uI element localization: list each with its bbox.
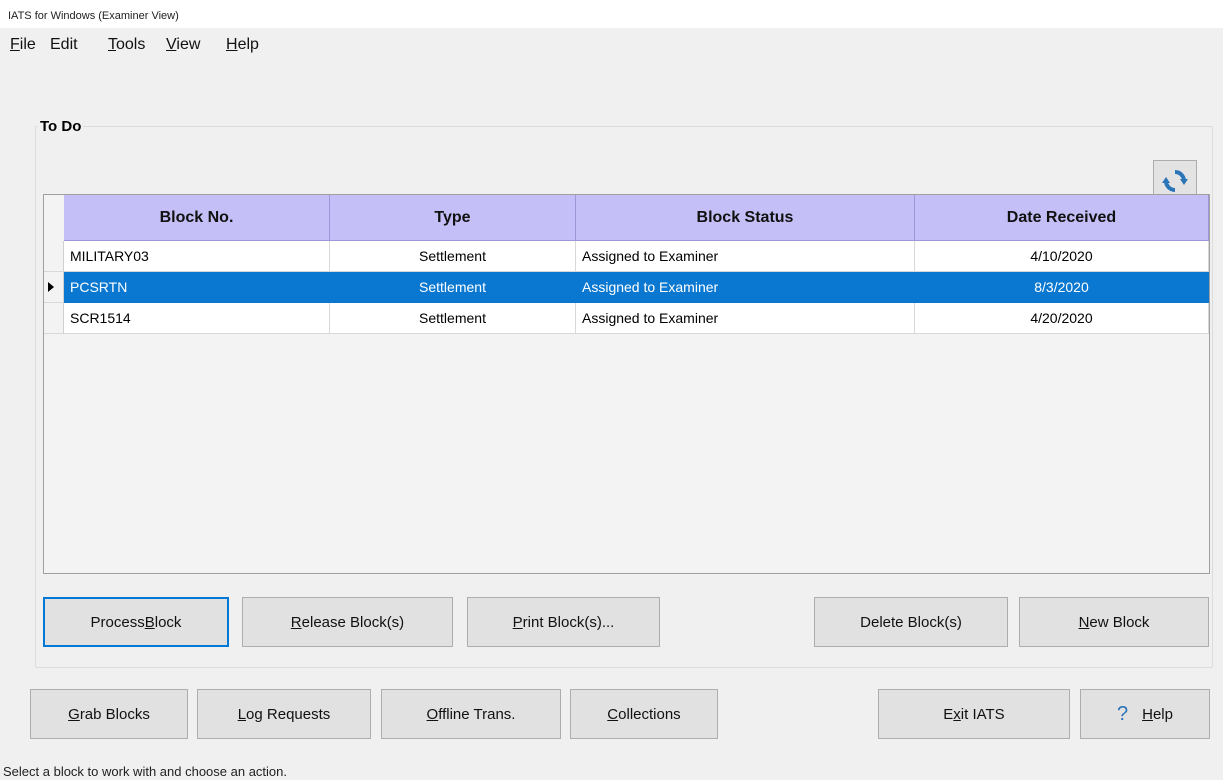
- table-header: Block No. Type Block Status Date Receive…: [64, 195, 1209, 241]
- menu-view[interactable]: View: [166, 36, 200, 54]
- cell-date-received: 4/20/2020: [915, 303, 1209, 334]
- menu-bar: File Edit Tools View Help: [0, 36, 1223, 62]
- release-blocks-button[interactable]: Release Block(s): [242, 597, 453, 647]
- cell-date-received: 8/3/2020: [915, 272, 1209, 303]
- cell-block-status: Assigned to Examiner: [576, 303, 915, 334]
- col-header-block-no[interactable]: Block No.: [64, 195, 330, 241]
- cell-type: Settlement: [330, 303, 576, 334]
- process-block-button[interactable]: Process Block: [43, 597, 229, 647]
- col-header-block-status[interactable]: Block Status: [576, 195, 915, 241]
- cell-block-no: MILITARY03: [64, 241, 330, 272]
- cell-block-no: PCSRTN: [64, 272, 330, 303]
- title-bar: IATS for Windows (Examiner View): [0, 0, 1223, 28]
- grab-blocks-button[interactable]: Grab Blocks: [30, 689, 188, 739]
- refresh-icon: [1162, 170, 1188, 192]
- table-row-selected[interactable]: PCSRTN Settlement Assigned to Examiner 8…: [44, 272, 1209, 303]
- cell-block-status: Assigned to Examiner: [576, 241, 915, 272]
- window-title: IATS for Windows (Examiner View): [8, 10, 179, 22]
- current-row-arrow-icon: [48, 282, 54, 292]
- col-header-type[interactable]: Type: [330, 195, 576, 241]
- row-selector[interactable]: [44, 303, 64, 334]
- print-blocks-button[interactable]: Print Block(s)...: [467, 597, 660, 647]
- status-text: Select a block to work with and choose a…: [3, 764, 287, 779]
- cell-block-no: SCR1514: [64, 303, 330, 334]
- row-header-corner: [44, 195, 65, 241]
- table-row[interactable]: MILITARY03 Settlement Assigned to Examin…: [44, 241, 1209, 272]
- help-button[interactable]: ? Help: [1080, 689, 1210, 739]
- row-selector[interactable]: [44, 272, 64, 303]
- log-requests-button[interactable]: Log Requests: [197, 689, 371, 739]
- group-title: To Do: [38, 118, 84, 135]
- menu-file[interactable]: File: [10, 36, 36, 54]
- cell-block-status: Assigned to Examiner: [576, 272, 915, 303]
- cell-date-received: 4/10/2020: [915, 241, 1209, 272]
- delete-blocks-button[interactable]: Delete Block(s): [814, 597, 1008, 647]
- new-block-button[interactable]: New Block: [1019, 597, 1209, 647]
- cell-type: Settlement: [330, 272, 576, 303]
- cell-type: Settlement: [330, 241, 576, 272]
- collections-button[interactable]: Collections: [570, 689, 718, 739]
- offline-trans-button[interactable]: Offline Trans.: [381, 689, 561, 739]
- row-selector[interactable]: [44, 241, 64, 272]
- blocks-table[interactable]: Block No. Type Block Status Date Receive…: [43, 194, 1210, 574]
- menu-edit[interactable]: Edit: [50, 36, 78, 54]
- help-icon: ?: [1117, 702, 1129, 725]
- col-header-date-received[interactable]: Date Received: [915, 195, 1209, 241]
- menu-help[interactable]: Help: [226, 36, 259, 54]
- status-bar: Select a block to work with and choose a…: [0, 762, 1223, 780]
- table-row[interactable]: SCR1514 Settlement Assigned to Examiner …: [44, 303, 1209, 334]
- menu-tools[interactable]: Tools: [108, 36, 145, 54]
- exit-iats-button[interactable]: Ex it IATS: [878, 689, 1070, 739]
